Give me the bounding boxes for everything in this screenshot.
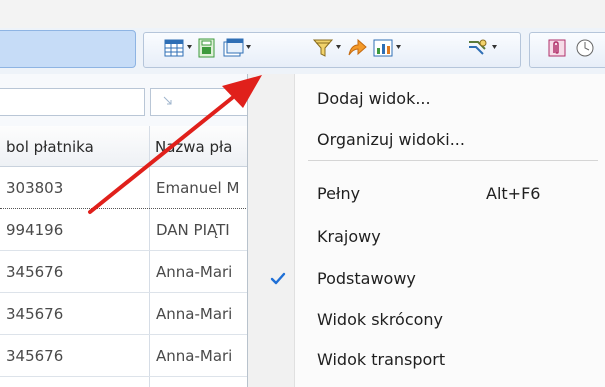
- column-header[interactable]: Nazwa pła: [155, 126, 247, 166]
- table-cell: DAN PIĄTI: [156, 221, 230, 239]
- chevron-down-icon[interactable]: [187, 45, 192, 49]
- menu-item-basic[interactable]: Podstawowy: [317, 269, 416, 288]
- menu-item-full[interactable]: Pełny: [317, 184, 360, 203]
- table-cell: 345676: [6, 305, 64, 323]
- menu-item-organize-views[interactable]: Organizuj widoki...: [317, 130, 465, 149]
- export-icon[interactable]: [196, 37, 218, 59]
- arrow-action-icon[interactable]: [346, 37, 368, 59]
- top-strip: [0, 0, 605, 28]
- filter-clear-icon: [163, 96, 172, 105]
- menu-item-transport-view[interactable]: Widok transport: [317, 350, 445, 369]
- filter-input[interactable]: [150, 88, 252, 116]
- views-dropdown-menu: Dodaj widok... Organizuj widoki... Pełny…: [247, 74, 605, 387]
- table-cell: 303803: [6, 179, 64, 197]
- menu-icon-gutter: [248, 74, 295, 387]
- filter-icon[interactable]: [312, 37, 334, 59]
- views-icon[interactable]: [222, 37, 244, 59]
- menu-item-full-shortcut: Alt+F6: [486, 184, 541, 203]
- menu-item-short-view[interactable]: Widok skrócony: [317, 310, 443, 329]
- column-header[interactable]: bol płatnika: [6, 126, 146, 166]
- chevron-down-icon[interactable]: [492, 45, 497, 49]
- table-cell: 345676: [6, 347, 64, 365]
- chevron-down-icon[interactable]: [396, 45, 401, 49]
- clock-icon[interactable]: [574, 37, 596, 59]
- table-cell: 345676: [6, 263, 64, 281]
- menu-item-national[interactable]: Krajowy: [317, 227, 381, 246]
- chart-icon[interactable]: [372, 37, 394, 59]
- filter-input[interactable]: [0, 88, 145, 116]
- table-cell: Anna-Mari: [156, 347, 233, 365]
- table-cell: Anna-Mari: [156, 263, 233, 281]
- table-cell: 994196: [6, 221, 64, 239]
- attachment-icon[interactable]: [546, 37, 568, 59]
- columns-icon[interactable]: [163, 37, 185, 59]
- checkmark-icon: [268, 269, 288, 289]
- menu-item-add-view[interactable]: Dodaj widok...: [317, 89, 431, 108]
- chevron-down-icon[interactable]: [246, 45, 251, 49]
- table-cell: Anna-Mari: [156, 305, 233, 323]
- chevron-down-icon[interactable]: [336, 45, 341, 49]
- tools-icon[interactable]: [466, 37, 488, 59]
- table-cell: Emanuel M: [156, 179, 240, 197]
- search-field[interactable]: [0, 30, 136, 68]
- menu-separator: [308, 160, 598, 161]
